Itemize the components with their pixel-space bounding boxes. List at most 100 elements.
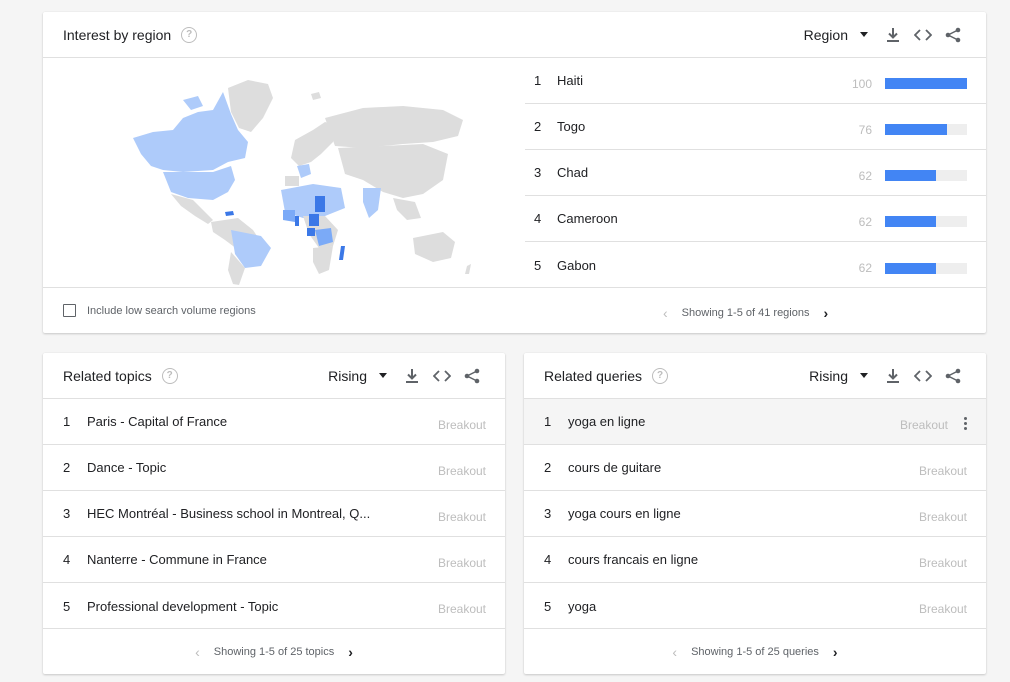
region-bar-fill xyxy=(885,262,936,274)
topic-rank: 4 xyxy=(63,552,71,567)
map-togo xyxy=(295,216,299,226)
query-value: Breakout xyxy=(918,555,967,570)
chevron-right-icon[interactable]: › xyxy=(833,644,838,660)
topic-row[interactable]: 2 Dance - Topic Breakout xyxy=(43,445,505,491)
region-row[interactable]: 4 Cameroon 62 xyxy=(525,196,986,242)
map-haiti xyxy=(225,211,234,216)
query-name: yoga xyxy=(568,598,597,614)
region-bar-fill xyxy=(885,170,936,181)
region-row[interactable]: 2 Togo 76 xyxy=(525,104,986,150)
query-row[interactable]: 5 yoga Breakout xyxy=(524,583,986,629)
query-rank: 3 xyxy=(544,506,552,521)
region-name: Gabon xyxy=(557,257,597,273)
map-west-africa xyxy=(283,210,295,222)
embed-code-icon[interactable] xyxy=(908,23,938,47)
download-icon[interactable] xyxy=(397,364,427,388)
region-bar-track xyxy=(885,262,967,274)
query-rank: 2 xyxy=(544,460,552,475)
query-value: Breakout xyxy=(918,509,967,524)
region-row[interactable]: 3 Chad 62 xyxy=(525,150,986,196)
world-map[interactable] xyxy=(63,70,503,285)
topic-row[interactable]: 3 HEC Montréal - Business school in Mont… xyxy=(43,491,505,537)
region-name: Chad xyxy=(557,165,589,180)
query-row[interactable]: 2 cours de guitare Breakout xyxy=(524,445,986,491)
region-score: 62 xyxy=(858,261,872,275)
queries-dropdown-label: Rising xyxy=(809,367,848,384)
topic-name: Nanterre - Commune in France xyxy=(87,552,267,567)
share-icon[interactable] xyxy=(938,364,968,388)
region-rank: 2 xyxy=(534,119,542,134)
topic-rank: 3 xyxy=(63,506,71,521)
embed-code-icon[interactable] xyxy=(908,364,938,388)
chevron-left-icon[interactable]: ‹ xyxy=(663,305,668,321)
chevron-left-icon[interactable]: ‹ xyxy=(195,644,200,660)
topics-list: 1 Paris - Capital of France Breakout 2 D… xyxy=(43,399,505,629)
queries-card-footer: ‹ Showing 1-5 of 25 queries › xyxy=(524,628,986,674)
map-arctic-islands xyxy=(183,96,203,110)
query-name: yoga en ligne xyxy=(568,414,646,429)
region-resolution-dropdown[interactable]: Region xyxy=(804,27,868,43)
related-topics-card: Related topics ? Rising 1 Paris - Capita… xyxy=(43,353,505,674)
queries-filter-dropdown[interactable]: Rising xyxy=(809,368,868,384)
share-icon[interactable] xyxy=(938,23,968,47)
map-cameroon xyxy=(309,214,319,226)
low-volume-label[interactable]: Include low search volume regions xyxy=(87,305,256,317)
region-card-title: Interest by region xyxy=(63,26,172,43)
topic-row[interactable]: 5 Professional development - Topic Break… xyxy=(43,583,505,629)
topic-value: Breakout xyxy=(437,602,486,616)
low-volume-checkbox[interactable] xyxy=(63,304,76,317)
topics-filter-dropdown[interactable]: Rising xyxy=(328,368,387,384)
help-icon[interactable]: ? xyxy=(652,367,669,384)
query-row[interactable]: 4 cours francais en ligne Breakout xyxy=(524,537,986,583)
chevron-right-icon[interactable]: › xyxy=(823,305,828,321)
topic-value: Breakout xyxy=(437,417,486,432)
region-rank: 1 xyxy=(534,73,542,88)
query-row[interactable]: 1 yoga en ligne Breakout xyxy=(524,399,986,445)
download-icon[interactable] xyxy=(878,23,908,47)
interest-by-region-card: Interest by region ? Region 1 Haiti 100 … xyxy=(43,12,986,333)
query-name: cours de guitare xyxy=(568,460,662,475)
queries-pager-text: Showing 1-5 of 25 queries xyxy=(691,645,819,658)
map-iberia xyxy=(285,176,299,186)
share-icon[interactable] xyxy=(457,364,487,388)
related-queries-card: Related queries ? Rising 1 yoga en ligne… xyxy=(524,353,986,674)
queries-pager: ‹ Showing 1-5 of 25 queries › xyxy=(672,644,837,660)
region-bar-track xyxy=(885,124,967,135)
topics-pager: ‹ Showing 1-5 of 25 topics › xyxy=(195,644,353,660)
map-chad xyxy=(315,196,325,212)
chevron-right-icon[interactable]: › xyxy=(348,644,353,660)
help-icon[interactable]: ? xyxy=(181,26,198,43)
region-card-footer: Include low search volume regions ‹ Show… xyxy=(43,287,986,333)
caret-down-icon xyxy=(860,373,868,378)
topic-value: Breakout xyxy=(437,509,486,524)
caret-down-icon xyxy=(860,32,868,37)
region-bar-track xyxy=(885,216,967,227)
region-pager: ‹ Showing 1-5 of 41 regions › xyxy=(663,305,828,321)
topic-rank: 1 xyxy=(63,414,71,429)
topic-row[interactable]: 1 Paris - Capital of France Breakout xyxy=(43,399,505,445)
topics-dropdown-label: Rising xyxy=(328,367,367,384)
region-pager-text: Showing 1-5 of 41 regions xyxy=(681,307,810,319)
query-row[interactable]: 3 yoga cours en ligne Breakout xyxy=(524,491,986,537)
download-icon[interactable] xyxy=(878,364,908,388)
topic-value: Breakout xyxy=(437,463,486,478)
region-bar-fill xyxy=(885,78,967,89)
map-svalbard xyxy=(311,92,321,100)
region-bar-track xyxy=(885,78,967,89)
query-rank: 1 xyxy=(544,414,552,429)
topic-row[interactable]: 4 Nanterre - Commune in France Breakout xyxy=(43,537,505,583)
region-dropdown-label: Region xyxy=(803,26,848,43)
topic-value: Breakout xyxy=(437,555,486,570)
chevron-left-icon[interactable]: ‹ xyxy=(672,644,677,660)
query-value: Breakout xyxy=(899,417,948,432)
region-rank: 4 xyxy=(534,211,542,226)
query-value: Breakout xyxy=(918,602,967,616)
embed-code-icon[interactable] xyxy=(427,364,457,388)
map-russia xyxy=(325,106,463,148)
help-icon[interactable]: ? xyxy=(161,367,178,384)
region-row[interactable]: 5 Gabon 62 xyxy=(525,242,986,288)
topic-name: Professional development - Topic xyxy=(87,598,279,614)
map-india xyxy=(363,188,381,218)
more-vert-icon[interactable] xyxy=(958,417,972,430)
region-row[interactable]: 1 Haiti 100 xyxy=(525,58,986,104)
